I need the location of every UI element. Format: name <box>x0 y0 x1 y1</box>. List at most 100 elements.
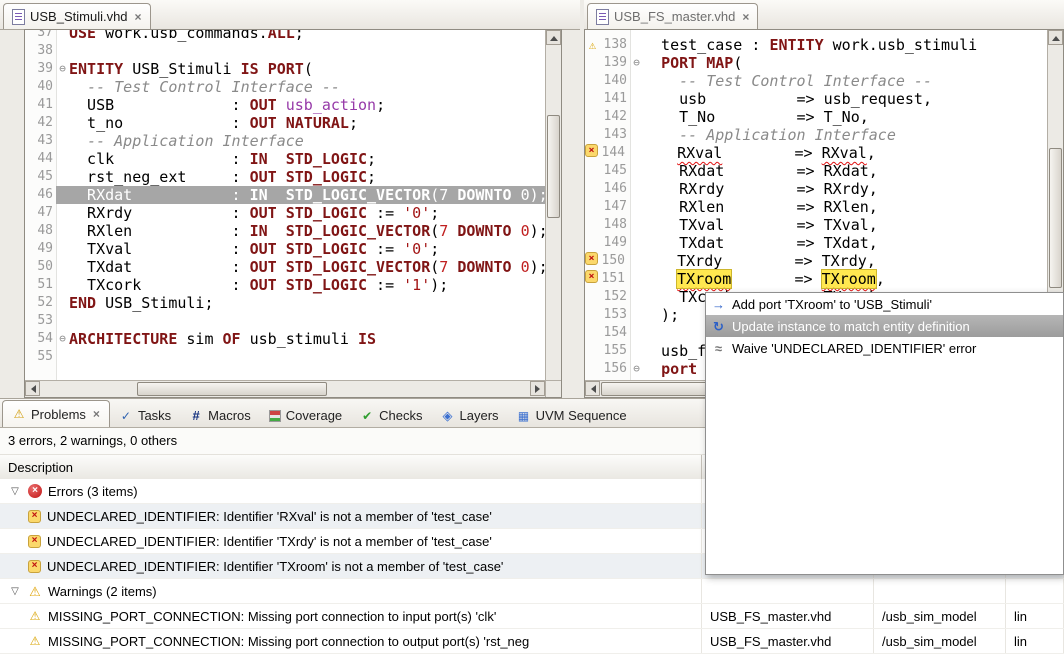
problem-group-row[interactable]: ▽Warnings (2 items) <box>0 579 1064 604</box>
tab-uvm-sequence[interactable]: UVM Sequence <box>508 404 636 427</box>
tab-label: Layers <box>460 408 499 423</box>
code-line[interactable]: 147 RXlen => RXlen, <box>585 198 1047 216</box>
code-line[interactable]: 146 RXrdy => RXrdy, <box>585 180 1047 198</box>
tab-tasks[interactable]: Tasks <box>110 404 180 427</box>
problem-row[interactable]: MISSING_PORT_CONNECTION: Missing port co… <box>0 604 1064 629</box>
code-line[interactable]: 42 t_no : OUT NATURAL; <box>25 114 545 132</box>
close-tab-icon[interactable]: × <box>135 10 142 24</box>
path-cell: /usb_sim_model <box>874 604 1006 628</box>
quickfix-item-waive[interactable]: Waive 'UNDECLARED_IDENTIFIER' error <box>706 337 1063 359</box>
code-line[interactable]: 47 RXrdy : OUT STD_LOGIC := '0'; <box>25 204 545 222</box>
code-line[interactable]: 45 rst_neg_ext : OUT STD_LOGIC; <box>25 168 545 186</box>
scroll-left-arrow[interactable] <box>25 381 40 396</box>
code-line[interactable]: 46 RXdat : IN STD_LOGIC_VECTOR(7 DOWNTO … <box>25 186 545 204</box>
fold-gutter <box>56 186 69 204</box>
code-text <box>69 42 545 60</box>
close-tab-icon[interactable]: × <box>93 407 100 421</box>
horizontal-scrollbar[interactable] <box>25 380 545 397</box>
code-line[interactable]: 51 TXcork : OUT STD_LOGIC := '1'); <box>25 276 545 294</box>
marker-gutter <box>585 360 600 378</box>
fold-collapse-icon[interactable]: ⊖ <box>630 360 643 378</box>
code-line[interactable]: 55 <box>25 348 545 366</box>
code-text: RXrdy : OUT STD_LOGIC := '0'; <box>69 204 545 222</box>
error-marker-icon[interactable] <box>585 144 598 157</box>
fold-gutter <box>630 288 643 306</box>
code-line[interactable]: 141 usb => usb_request, <box>585 90 1047 108</box>
expand-collapse-icon[interactable]: ▽ <box>8 586 22 597</box>
code-line[interactable]: 48 RXlen : IN STD_LOGIC_VECTOR(7 DOWNTO … <box>25 222 545 240</box>
problem-row[interactable]: MISSING_PORT_CONNECTION: Missing port co… <box>0 629 1064 654</box>
code-line[interactable]: 43 -- Application Interface <box>25 132 545 150</box>
error-marker-icon[interactable] <box>585 252 598 265</box>
code-text: usb => usb_request, <box>643 90 1047 108</box>
code-text: RXrdy => RXrdy, <box>643 180 1047 198</box>
fold-gutter <box>56 294 69 312</box>
code-line[interactable]: 49 TXval : OUT STD_LOGIC := '0'; <box>25 240 545 258</box>
warning-marker-icon[interactable] <box>585 36 600 54</box>
checks-icon <box>360 409 374 423</box>
quickfix-item-update-instance[interactable]: Update instance to match entity definiti… <box>706 315 1063 337</box>
fold-gutter <box>630 90 643 108</box>
error-marker-icon[interactable] <box>585 270 598 283</box>
fold-collapse-icon[interactable]: ⊖ <box>56 60 69 78</box>
code-line[interactable]: 41 USB : OUT usb_action; <box>25 96 545 114</box>
code-line[interactable]: 54⊖ARCHITECTURE sim OF usb_stimuli IS <box>25 330 545 348</box>
marker-gutter <box>585 198 600 216</box>
expand-collapse-icon[interactable]: ▽ <box>8 486 22 497</box>
code-line[interactable]: 40 -- Test Control Interface -- <box>25 78 545 96</box>
quickfix-popup: Add port 'TXroom' to 'USB_Stimuli'Update… <box>705 292 1064 575</box>
code-line[interactable]: 37USE work.usb_commands.ALL; <box>25 29 545 42</box>
code-line[interactable]: 140 -- Test Control Interface -- <box>585 72 1047 90</box>
code-line[interactable]: 139⊖ PORT MAP( <box>585 54 1047 72</box>
code-line[interactable]: 142 T_No => T_No, <box>585 108 1047 126</box>
code-text: RXlen : IN STD_LOGIC_VECTOR(7 DOWNTO 0); <box>69 222 545 240</box>
resource-cell: USB_FS_master.vhd <box>702 604 874 628</box>
scrollbar-thumb[interactable] <box>137 382 327 396</box>
tab-layers[interactable]: Layers <box>432 404 508 427</box>
code-line[interactable]: 52END USB_Stimuli; <box>25 294 545 312</box>
scroll-right-arrow[interactable] <box>530 381 545 396</box>
fold-collapse-icon[interactable]: ⊖ <box>56 330 69 348</box>
code-line[interactable]: 145 RXdat => RXdat, <box>585 162 1047 180</box>
code-line[interactable]: 50 TXdat : OUT STD_LOGIC_VECTOR(7 DOWNTO… <box>25 258 545 276</box>
scrollbar-thumb[interactable] <box>1049 148 1062 288</box>
scroll-up-arrow[interactable] <box>546 30 561 45</box>
code-line[interactable]: 44 clk : IN STD_LOGIC; <box>25 150 545 168</box>
code-line[interactable]: 151 TXroom => TXroom, <box>585 270 1047 288</box>
code-line[interactable]: 38 <box>25 42 545 60</box>
code-area[interactable]: 37USE work.usb_commands.ALL;3839⊖ENTITY … <box>25 29 545 380</box>
problem-description: UNDECLARED_IDENTIFIER: Identifier 'TXroo… <box>47 559 503 574</box>
scroll-up-arrow[interactable] <box>1048 30 1063 45</box>
location-cell: lin <box>1006 604 1064 628</box>
code-line[interactable]: 39⊖ENTITY USB_Stimuli IS PORT( <box>25 60 545 78</box>
scroll-left-arrow[interactable] <box>585 381 600 396</box>
vertical-scrollbar[interactable] <box>545 30 561 381</box>
line-number: 52 <box>31 294 56 312</box>
line-number: 45 <box>31 168 56 186</box>
code-line[interactable]: 53 <box>25 312 545 330</box>
tab-checks[interactable]: Checks <box>351 404 431 427</box>
tab-problems[interactable]: Problems× <box>2 400 110 427</box>
code-line[interactable]: 148 TXval => TXval, <box>585 216 1047 234</box>
line-number: 140 <box>600 72 630 90</box>
code-line[interactable]: 144 RXval => RXval, <box>585 144 1047 162</box>
code-text: PORT MAP( <box>643 54 1047 72</box>
description-cell: ▽Warnings (2 items) <box>0 579 702 603</box>
scrollbar-thumb[interactable] <box>547 115 560 218</box>
column-header-description[interactable]: Description <box>0 455 702 480</box>
code-line[interactable]: 150 TXrdy => TXrdy, <box>585 252 1047 270</box>
fold-collapse-icon[interactable]: ⊖ <box>630 54 643 72</box>
close-tab-icon[interactable]: × <box>742 10 749 24</box>
code-line[interactable]: 149 TXdat => TXdat, <box>585 234 1047 252</box>
code-line[interactable]: 138 test_case : ENTITY work.usb_stimuli <box>585 36 1047 54</box>
tab-usb-stimuli-vhd[interactable]: USB_Stimuli.vhd × <box>3 3 151 29</box>
tab-usb-fs-master-vhd[interactable]: USB_FS_master.vhd × <box>587 3 758 29</box>
line-number: 53 <box>31 312 56 330</box>
tab-coverage[interactable]: Coverage <box>260 404 351 427</box>
code-line[interactable]: 143 -- Application Interface <box>585 126 1047 144</box>
code-text: TXval : OUT STD_LOGIC := '0'; <box>69 240 545 258</box>
code-editor-usb-stimuli[interactable]: 37USE work.usb_commands.ALL;3839⊖ENTITY … <box>24 29 562 398</box>
code-text <box>69 348 545 366</box>
tab-macros[interactable]: Macros <box>180 404 260 427</box>
quickfix-item-add-port[interactable]: Add port 'TXroom' to 'USB_Stimuli' <box>706 293 1063 315</box>
